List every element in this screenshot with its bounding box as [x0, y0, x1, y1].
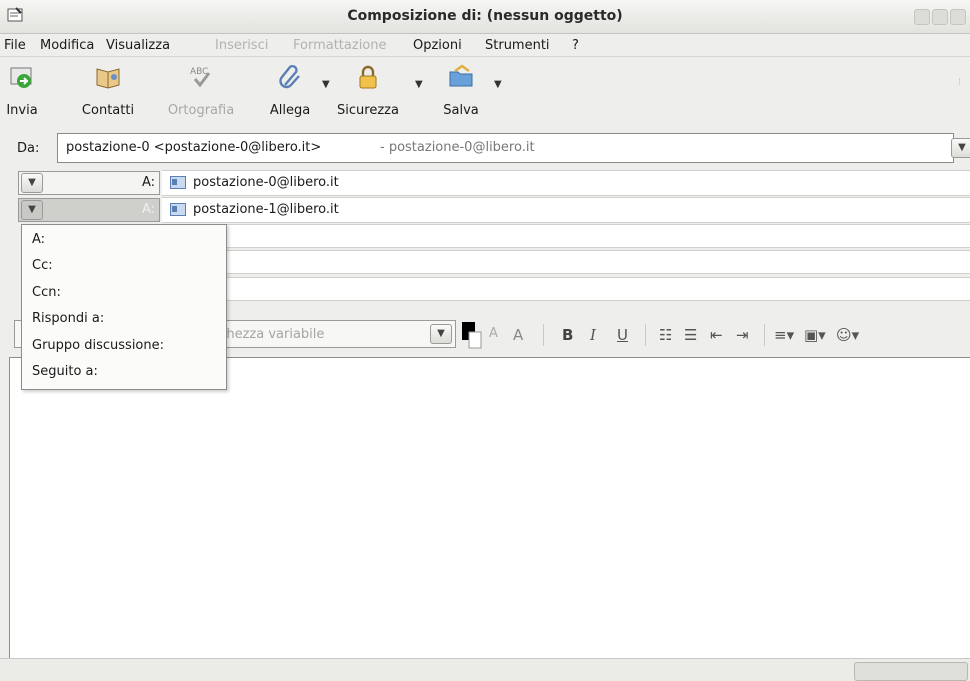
window-title: Composizione di: (nessun oggetto): [347, 8, 623, 24]
from-select[interactable]: postazione-0 <postazione-0@libero.it> - …: [57, 133, 954, 163]
menu-formattazione[interactable]: Formattazione: [293, 38, 387, 53]
title-bar: Composizione di: (nessun oggetto): [0, 0, 970, 34]
menu-opzioni[interactable]: Opzioni: [413, 38, 462, 53]
chevron-down-icon[interactable]: ▼: [21, 173, 43, 193]
menu-item-newsgroup[interactable]: Gruppo discussione:: [32, 338, 164, 353]
menu-bar: File Modifica Visualizza Inserisci Forma…: [0, 34, 970, 57]
menu-item-bcc[interactable]: Ccn:: [32, 285, 61, 300]
attach-button[interactable]: Allega: [260, 57, 320, 125]
menu-help[interactable]: ?: [572, 38, 579, 53]
status-bar: [0, 658, 970, 681]
menu-strumenti[interactable]: Strumenti: [485, 38, 550, 53]
toolbar-overflow-icon[interactable]: ⁝: [958, 77, 961, 88]
insert-image-icon[interactable]: ▣▾: [804, 326, 826, 344]
send-icon: [10, 67, 32, 88]
indent-icon[interactable]: ⇥: [736, 326, 749, 344]
empty-recipient-input[interactable]: [162, 224, 970, 248]
menu-visualizza[interactable]: Visualizza: [106, 38, 170, 53]
underline-button[interactable]: U: [617, 326, 628, 344]
contacts-button[interactable]: Contatti: [74, 57, 142, 125]
from-address: postazione-0 <postazione-0@libero.it>: [66, 140, 322, 155]
security-dropdown-icon[interactable]: ▼: [415, 79, 423, 90]
align-icon[interactable]: ≡▾: [774, 326, 794, 344]
maximize-button[interactable]: [932, 9, 948, 25]
separator: [645, 324, 646, 346]
menu-item-cc[interactable]: Cc:: [32, 258, 53, 273]
recipient-type-select[interactable]: ▼ A:: [18, 198, 160, 222]
chevron-down-icon[interactable]: ▼: [21, 200, 43, 220]
italic-button[interactable]: I: [590, 326, 596, 344]
from-dropdown-icon[interactable]: ▼: [951, 138, 970, 158]
from-label: Da:: [17, 141, 40, 156]
paperclip-icon: [279, 64, 300, 89]
bold-button[interactable]: B: [562, 326, 573, 344]
bullet-list-icon[interactable]: ☷: [659, 326, 672, 344]
numbered-list-icon[interactable]: ☰: [684, 326, 697, 344]
recipient-input[interactable]: postazione-0@libero.it: [162, 170, 970, 196]
text-color-icon[interactable]: [460, 320, 482, 350]
contact-card-icon: [170, 203, 186, 216]
smaller-font-icon[interactable]: A: [489, 326, 498, 341]
save-dropdown-icon[interactable]: ▼: [494, 79, 502, 90]
font-dropdown-icon[interactable]: ▼: [430, 324, 452, 344]
attach-dropdown-icon[interactable]: ▼: [322, 79, 330, 90]
save-button[interactable]: Salva: [436, 57, 486, 125]
smiley-icon[interactable]: ☺▾: [836, 326, 859, 344]
from-account: - postazione-0@libero.it: [380, 140, 535, 155]
address-book-icon: [96, 68, 120, 89]
outdent-icon[interactable]: ⇤: [710, 326, 723, 344]
recipient-type-select[interactable]: ▼ A:: [18, 171, 160, 195]
menu-file[interactable]: File: [4, 38, 26, 53]
separator: [764, 324, 765, 346]
main-toolbar: Invia Contatti ABC Ortografia Allega ▼ S…: [0, 57, 970, 125]
message-body-editor[interactable]: [9, 357, 970, 659]
recipient-row: ▼ A: postazione-0@libero.it: [14, 170, 970, 196]
separator: [543, 324, 544, 346]
larger-font-icon[interactable]: A: [513, 326, 523, 344]
menu-item-reply-to[interactable]: Rispondi a:: [32, 311, 104, 326]
subject-input[interactable]: [162, 277, 970, 301]
send-button[interactable]: Invia: [0, 57, 44, 125]
contact-card-icon: [170, 176, 186, 189]
menu-modifica[interactable]: Modifica: [40, 38, 94, 53]
menu-inserisci[interactable]: Inserisci: [215, 38, 268, 53]
menu-item-followup-to[interactable]: Seguito a:: [32, 364, 98, 379]
menu-item-to[interactable]: A:: [32, 232, 45, 247]
recipient-input[interactable]: postazione-1@libero.it: [162, 197, 970, 223]
spellcheck-icon: ABC: [190, 67, 211, 88]
spelling-button[interactable]: ABC Ortografia: [162, 57, 240, 125]
folder-save-icon: [449, 64, 473, 87]
padlock-icon: [359, 65, 377, 89]
minimize-button[interactable]: [914, 9, 930, 25]
status-progress: [854, 662, 968, 681]
recipient-type-menu: A: Cc: Ccn: Rispondi a: Gruppo discussio…: [21, 224, 227, 390]
security-button[interactable]: Sicurezza: [330, 57, 406, 125]
recipient-row: ▼ A: postazione-1@libero.it: [14, 197, 970, 223]
empty-recipient-input[interactable]: [162, 250, 970, 274]
close-button[interactable]: [950, 9, 966, 25]
